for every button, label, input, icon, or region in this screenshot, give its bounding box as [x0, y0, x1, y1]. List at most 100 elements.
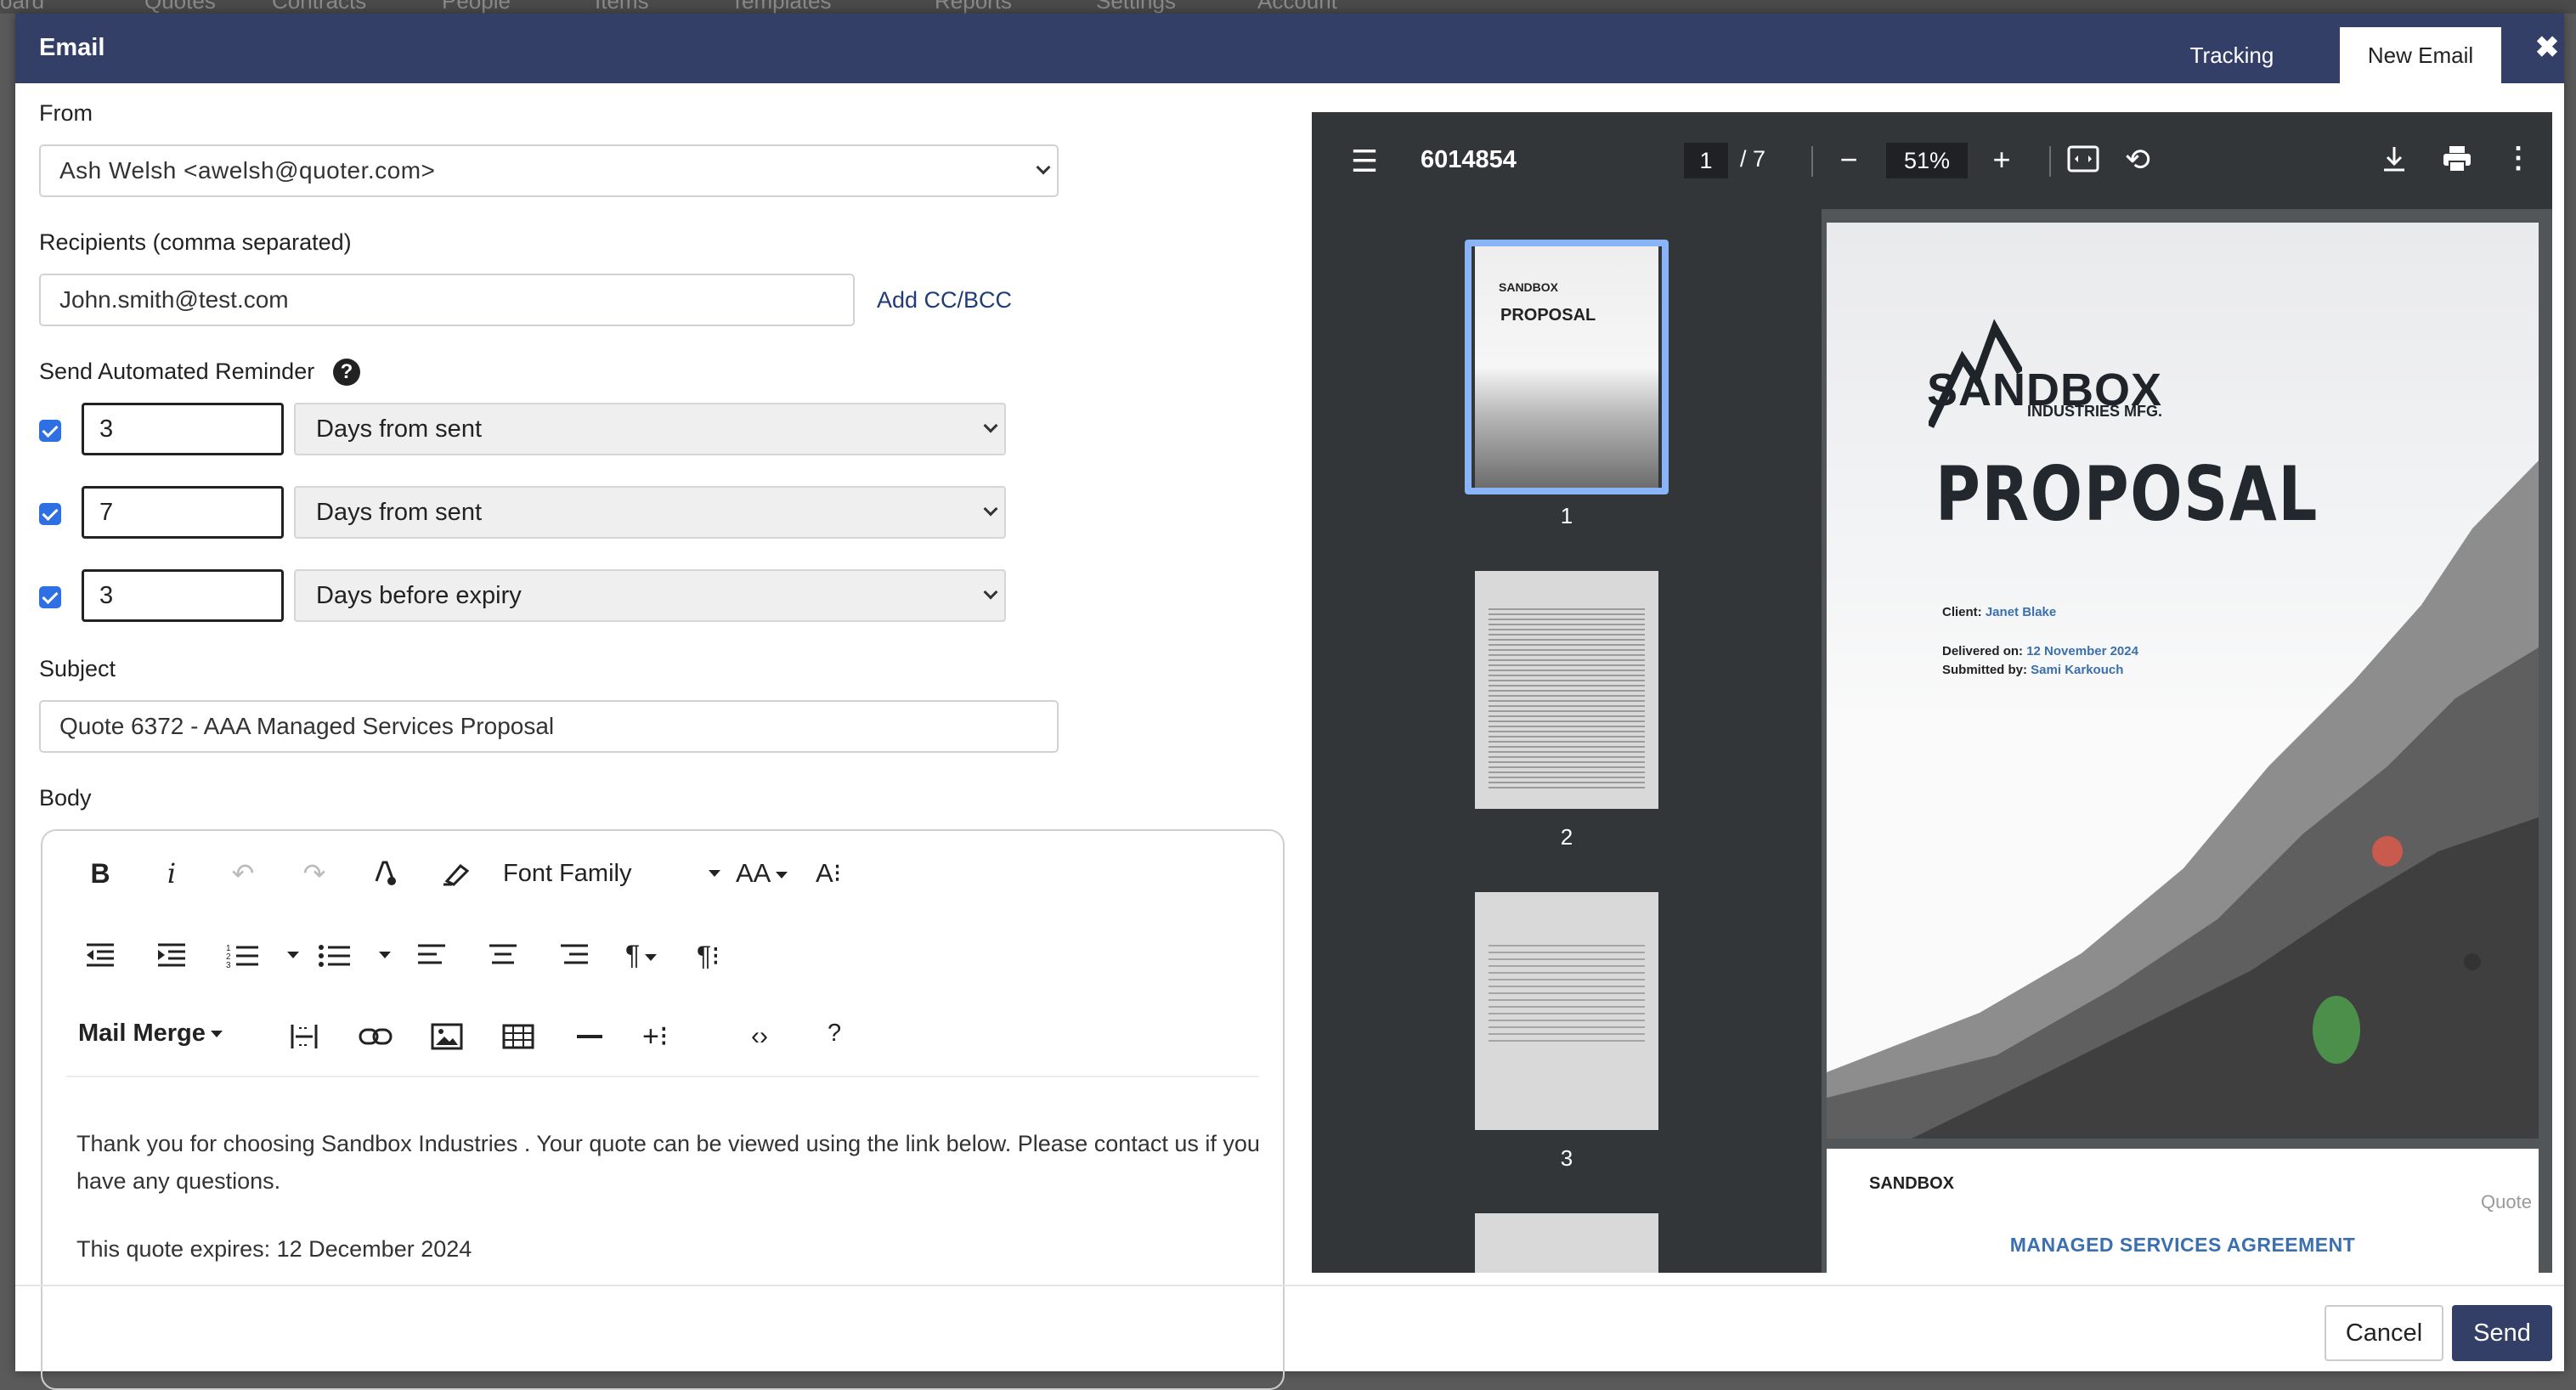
- thumbnail-page-4[interactable]: [1475, 1213, 1658, 1273]
- pdf-toolbar: ☰ 6014854 1 / 7 − 51% + ⟲ ⋮: [1312, 112, 2552, 209]
- bg-nav-item: Reports: [935, 0, 1013, 14]
- delivered-label: Delivered on:: [1942, 644, 2024, 658]
- link-glyph: [359, 1028, 393, 1045]
- thumbnail-text-lines: [1489, 605, 1645, 792]
- reminder-days-input-1[interactable]: 3: [82, 403, 284, 455]
- toolbar-divider: [66, 1076, 1259, 1077]
- tab-new-email[interactable]: New Email: [2340, 27, 2501, 83]
- send-button[interactable]: Send: [2452, 1305, 2552, 1361]
- page-number-input[interactable]: 1: [1684, 143, 1728, 178]
- reminder-type-select-1[interactable]: Days from sent: [294, 403, 1006, 455]
- cover-client: Client: Janet Blake: [1942, 605, 2056, 619]
- download-icon[interactable]: [2375, 144, 2413, 178]
- menu-icon[interactable]: ☰: [1346, 146, 1383, 177]
- submitted-label: Submitted by:: [1942, 663, 2027, 677]
- insert-more-icon[interactable]: +⁝: [642, 1020, 669, 1054]
- font-family-dropdown[interactable]: Font Family: [503, 860, 631, 888]
- mail-merge-dropdown[interactable]: Mail Merge: [78, 1020, 223, 1048]
- bg-nav-item: Quotes: [144, 0, 216, 14]
- body-label: Body: [39, 785, 92, 811]
- tab-tracking[interactable]: Tracking: [2172, 27, 2292, 83]
- bg-nav-item: Templates: [731, 0, 832, 14]
- font-size-dropdown[interactable]: AA: [736, 858, 788, 889]
- page2-quote-label: Quote: [2481, 1191, 2532, 1212]
- font-family-label: Font Family: [503, 860, 632, 887]
- italic-button[interactable]: i: [146, 850, 197, 897]
- background-app-nav: oard Quotes Contracts People Items Templ…: [0, 0, 2576, 14]
- help-icon[interactable]: ?: [333, 359, 360, 386]
- code-view-icon[interactable]: ‹›: [734, 1013, 785, 1060]
- thumbnail-heading: PROPOSAL: [1500, 306, 1596, 325]
- caret-down-icon[interactable]: [379, 952, 391, 958]
- caret-down-icon: [776, 871, 788, 879]
- reminder-checkbox-1[interactable]: [39, 420, 61, 442]
- reminder-checkbox-3[interactable]: [39, 586, 61, 608]
- caret-down-icon[interactable]: [287, 952, 299, 958]
- reminder-type-select-3[interactable]: Days before expiry: [294, 569, 1006, 622]
- thumbnail-sidebar: SANDBOX PROPOSAL 1 2 3: [1312, 209, 1822, 1273]
- align-center-icon[interactable]: [477, 931, 528, 979]
- more-options-icon[interactable]: ⋮: [2500, 143, 2537, 173]
- chevron-down-icon: [983, 418, 998, 433]
- pdf-title: 6014854: [1421, 146, 1517, 173]
- paragraph-style-icon[interactable]: ¶⁝: [697, 940, 720, 972]
- indent-icon[interactable]: [146, 931, 197, 979]
- chevron-down-icon: [983, 585, 998, 600]
- table-icon[interactable]: [493, 1013, 544, 1060]
- reminder-label: Send Automated Reminder: [39, 359, 315, 384]
- zoom-out-icon[interactable]: −: [1830, 144, 1867, 175]
- thumbnail-page-2[interactable]: [1475, 571, 1658, 809]
- recipients-label: Recipients (comma separated): [39, 229, 352, 255]
- align-left-icon[interactable]: [406, 931, 457, 979]
- help-button[interactable]: ?: [828, 1020, 841, 1048]
- recipients-value: John.smith@test.com: [59, 286, 289, 313]
- modal-header: Email Tracking New Email ✖: [15, 14, 2564, 83]
- thumbnail-page-1[interactable]: SANDBOX PROPOSAL: [1475, 246, 1658, 488]
- reminder-days-input-3[interactable]: 3: [82, 569, 284, 622]
- image-icon[interactable]: [421, 1013, 472, 1060]
- outdent-glyph: [87, 943, 114, 967]
- close-icon[interactable]: ✖: [2530, 31, 2564, 65]
- zoom-level-input[interactable]: 51%: [1886, 143, 1968, 178]
- reminder-type-value: Days from sent: [316, 415, 482, 443]
- page-break-icon[interactable]: [279, 1013, 330, 1060]
- reminder-checkbox-2[interactable]: [39, 503, 61, 525]
- thumbnail-page-3[interactable]: [1475, 892, 1658, 1130]
- text-color-icon[interactable]: [360, 850, 411, 897]
- subject-input[interactable]: Quote 6372 - AAA Managed Services Propos…: [39, 700, 1059, 753]
- rich-text-editor: B i ↶ ↷ Font Family AA A⁝ 123 ¶ ¶⁝ Mail …: [41, 829, 1285, 1390]
- align-right-icon[interactable]: [549, 931, 600, 979]
- redo-icon[interactable]: ↷: [289, 850, 340, 897]
- from-select[interactable]: Ash Welsh <awelsh@quoter.com>: [39, 144, 1059, 197]
- ordered-list-icon[interactable]: 123: [217, 931, 268, 979]
- chevron-down-icon: [1036, 160, 1051, 175]
- cancel-button[interactable]: Cancel: [2325, 1305, 2443, 1361]
- cover-brand-sub: INDUSTRIES MFG.: [2027, 403, 2163, 420]
- print-icon[interactable]: [2438, 144, 2476, 178]
- link-icon[interactable]: [350, 1013, 401, 1060]
- thumbnail-number: 3: [1560, 1145, 1573, 1171]
- toolbar-separator: [1811, 146, 1813, 177]
- paragraph-format-dropdown[interactable]: ¶: [625, 940, 658, 971]
- cover-submitted: Submitted by: Sami Karkouch: [1942, 663, 2123, 677]
- text-format-icon[interactable]: A⁝: [816, 858, 842, 889]
- page-total: / 7: [1740, 146, 1766, 172]
- bold-button[interactable]: B: [75, 850, 126, 897]
- zoom-in-icon[interactable]: +: [1983, 144, 2020, 175]
- body-paragraph-2[interactable]: This quote expires: 12 December 2024: [76, 1230, 1266, 1268]
- unordered-list-icon[interactable]: [309, 931, 360, 979]
- reminder-type-select-2[interactable]: Days from sent: [294, 486, 1006, 539]
- outdent-icon[interactable]: [75, 931, 126, 979]
- body-paragraph-1[interactable]: Thank you for choosing Sandbox Industrie…: [76, 1125, 1266, 1200]
- fit-page-icon[interactable]: [2065, 144, 2102, 178]
- recipients-input[interactable]: John.smith@test.com: [39, 274, 855, 326]
- horizontal-line-icon[interactable]: [564, 1013, 615, 1060]
- caret-down-icon: [709, 870, 720, 877]
- undo-icon[interactable]: ↶: [217, 850, 268, 897]
- page2-title: MANAGED SERVICES AGREEMENT: [2009, 1234, 2356, 1256]
- reminder-type-value: Days from sent: [316, 498, 482, 526]
- rotate-icon[interactable]: ⟲: [2119, 144, 2156, 175]
- reminder-days-input-2[interactable]: 7: [82, 486, 284, 539]
- add-cc-bcc-link[interactable]: Add CC/BCC: [877, 287, 1012, 314]
- highlight-icon[interactable]: [432, 850, 483, 897]
